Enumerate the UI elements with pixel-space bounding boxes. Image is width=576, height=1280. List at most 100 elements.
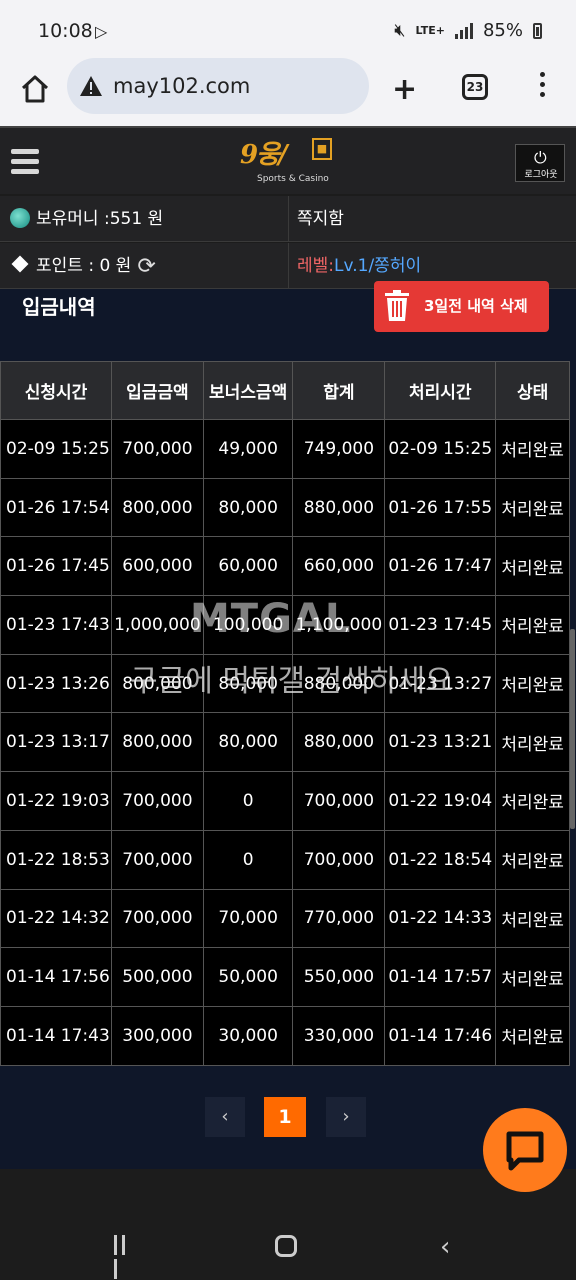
battery-percent: 85% — [482, 20, 523, 41]
cell-bonus-amount: 60,000 — [202, 536, 294, 597]
battery-icon — [533, 22, 542, 39]
cell-processed-time: 01-22 14:33 — [384, 888, 497, 949]
cell-status: 처리완료 — [495, 947, 570, 1007]
cell-bonus-amount: 80,000 — [202, 477, 294, 538]
cell-processed-time: 01-22 18:54 — [384, 829, 497, 890]
cell-bonus-amount: 70,000 — [202, 888, 294, 949]
cell-request-time: 01-14 17:56 — [0, 947, 112, 1007]
cell-bonus-amount: 30,000 — [202, 1005, 294, 1066]
cell-request-time: 01-22 14:32 — [0, 888, 112, 949]
cell-deposit-amount: 800,000 — [110, 477, 204, 538]
refresh-icon[interactable]: ⟳ — [137, 244, 155, 290]
table-row: 02-09 15:25 700,000 49,000 749,000 02-09 15:… — [0, 419, 570, 479]
trash-icon — [385, 290, 409, 321]
diamond-icon — [11, 255, 29, 273]
power-icon: ⏻ — [534, 148, 547, 167]
cell-deposit-amount: 500,000 — [110, 947, 204, 1007]
tab-switcher-button[interactable]: 23 — [462, 74, 488, 100]
chat-bubble-icon — [506, 1131, 544, 1171]
table-row: 01-26 17:54 800,000 80,000 880,000 01-26 17:… — [0, 477, 570, 538]
cell-status: 처리완료 — [495, 712, 570, 773]
more-menu-icon[interactable] — [538, 72, 546, 102]
cell-status: 처리완료 — [495, 888, 570, 949]
cell-bonus-amount: 0 — [202, 829, 294, 890]
cell-deposit-amount: 700,000 — [110, 888, 204, 949]
delete-button-label: 3일전 내역 삭제 — [424, 297, 528, 315]
cell-deposit-amount: 700,000 — [110, 829, 204, 890]
warning-icon[interactable] — [79, 75, 103, 97]
cell-request-time: 02-09 15:25 — [0, 419, 112, 479]
logo-stamp: ■ — [312, 138, 332, 160]
cell-status: 처리완료 — [495, 653, 570, 714]
cell-deposit-amount: 800,000 — [110, 712, 204, 773]
status-time: 10:08 — [38, 20, 93, 42]
cell-processed-time: 01-14 17:46 — [384, 1005, 497, 1066]
watermark-text: 구글에 먹튀갤 검색하세요 — [130, 664, 453, 699]
header-deposit-amount: 입금금액 — [110, 361, 204, 420]
table-header-row: 신청시간 입금금액 보너스금액 합계 처리시간 상태 — [0, 361, 570, 420]
cell-request-time: 01-23 13:17 — [0, 712, 112, 773]
cell-deposit-amount: 600,000 — [110, 536, 204, 597]
pagination-next-button[interactable]: › — [326, 1097, 366, 1137]
info-row-money: 보유머니 :551 원 쪽지함 — [0, 196, 576, 242]
point-label: 포인트 : 0 원 — [36, 256, 132, 276]
cell-bonus-amount: 50,000 — [202, 947, 294, 1007]
cell-deposit-amount: 300,000 — [110, 1005, 204, 1066]
recent-apps-icon[interactable] — [114, 1235, 136, 1279]
scrollbar[interactable] — [570, 629, 575, 829]
globe-icon — [10, 208, 30, 228]
money-cell: 보유머니 :551 원 — [10, 196, 163, 242]
message-box-link[interactable]: 쪽지함 — [297, 196, 344, 242]
logo-mark: 9웅/ — [240, 140, 287, 170]
cell-processed-time: 01-22 19:04 — [384, 771, 497, 831]
site-logo[interactable]: 9웅/ ■ Sports & Casino — [240, 134, 340, 188]
cell-status: 처리완료 — [495, 536, 570, 597]
cell-status: 처리완료 — [495, 1005, 570, 1066]
cell-request-time: 01-26 17:54 — [0, 477, 112, 538]
cell-request-time: 01-23 13:26 — [0, 653, 112, 714]
url-text: may102.com — [113, 74, 251, 98]
back-icon[interactable]: ‹ — [440, 1232, 450, 1262]
watermark-logo: MTGAL — [190, 596, 352, 642]
header-status: 상태 — [495, 361, 570, 420]
cell-request-time: 01-23 17:43 — [0, 595, 112, 655]
new-tab-icon[interactable]: + — [392, 72, 417, 107]
table-row: 01-14 17:43 300,000 30,000 330,000 01-14 17:… — [0, 1005, 570, 1066]
cell-status: 처리완료 — [495, 595, 570, 655]
cell-processed-time: 01-14 17:57 — [384, 947, 497, 1007]
play-store-icon: ▷ — [95, 22, 108, 41]
cell-total: 749,000 — [292, 419, 386, 479]
point-cell: 포인트 : 0 원 ⟳ — [10, 243, 156, 289]
pagination-prev-button[interactable]: ‹ — [205, 1097, 245, 1137]
cell-bonus-amount: 80,000 — [202, 712, 294, 773]
logout-button[interactable]: ⏻ 로그아웃 — [515, 144, 565, 182]
cell-total: 770,000 — [292, 888, 386, 949]
header-request-time: 신청시간 — [0, 361, 112, 420]
deposit-table: 신청시간 입금금액 보너스금액 합계 처리시간 상태 02-09 15:25 70… — [0, 361, 570, 1066]
header-total: 합계 — [292, 361, 386, 420]
table-row: 01-22 18:53 700,000 0 700,000 01-22 18:54 처리완… — [0, 829, 570, 890]
level-value[interactable]: Lv.1/쫑허이 — [334, 256, 421, 276]
home-icon[interactable] — [20, 74, 50, 104]
pagination-current-page[interactable]: 1 — [264, 1097, 306, 1137]
address-bar[interactable]: may102.com — [67, 58, 369, 114]
cell-total: 660,000 — [292, 536, 386, 597]
status-bar: 10:08 ▷ 🔇︎ LTE+ 85% — [0, 0, 576, 58]
system-nav-bar: ‹ — [0, 1209, 576, 1280]
cell-bonus-amount: 49,000 — [202, 419, 294, 479]
cell-total: 880,000 — [292, 712, 386, 773]
cell-status: 처리완료 — [495, 829, 570, 890]
cell-processed-time: 01-26 17:47 — [384, 536, 497, 597]
site-header: 9웅/ ■ Sports & Casino ⏻ 로그아웃 — [0, 126, 576, 194]
cell-total: 880,000 — [292, 477, 386, 538]
system-home-icon[interactable] — [275, 1235, 297, 1257]
page-title: 입금내역 — [22, 295, 96, 319]
money-label: 보유머니 :551 원 — [36, 209, 164, 229]
delete-old-history-button[interactable]: 3일전 내역 삭제 — [374, 281, 549, 332]
cell-deposit-amount: 700,000 — [110, 771, 204, 831]
live-chat-button[interactable] — [483, 1108, 567, 1192]
cell-request-time: 01-26 17:45 — [0, 536, 112, 597]
cell-status: 처리완료 — [495, 477, 570, 538]
header-processed-time: 처리시간 — [384, 361, 497, 420]
hamburger-menu-icon[interactable] — [11, 149, 39, 179]
